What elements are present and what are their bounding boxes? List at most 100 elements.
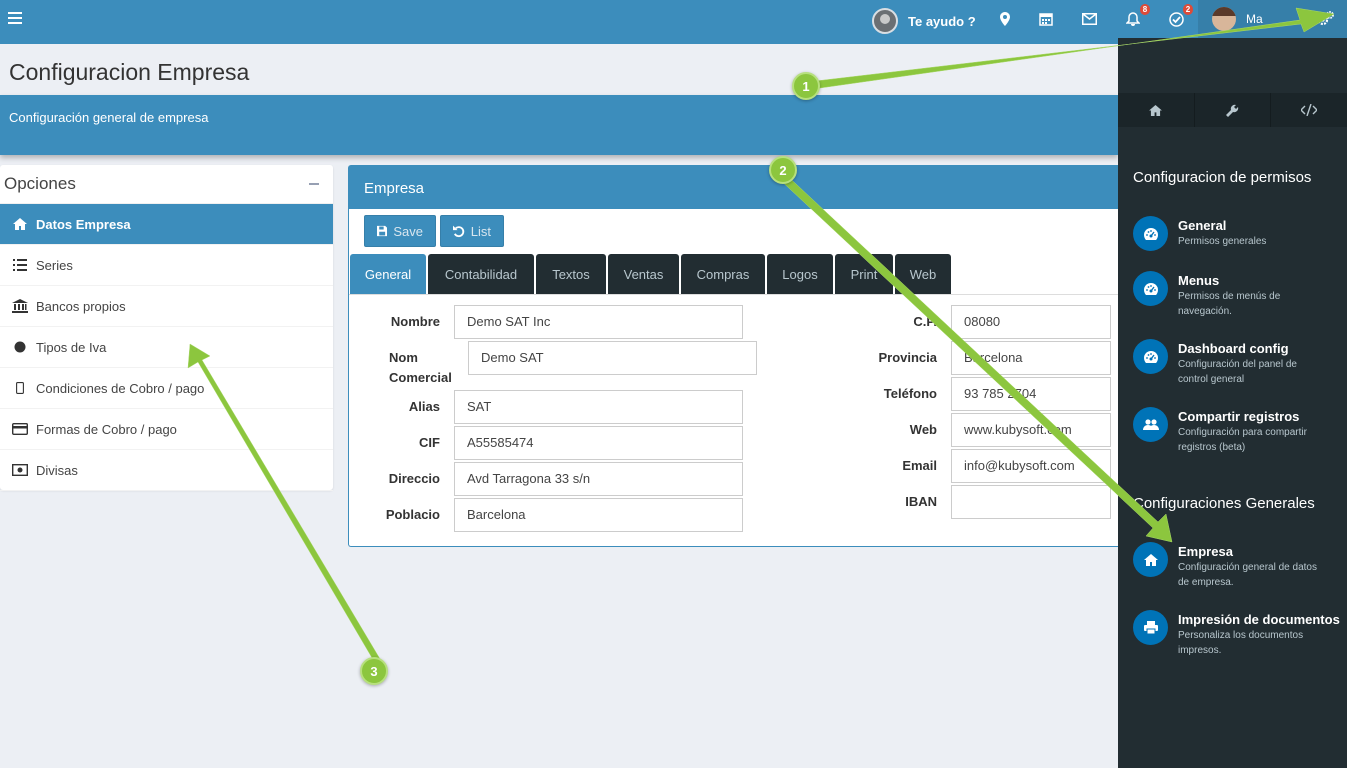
option-condiciones-cobro[interactable]: Condiciones de Cobro / pago [0, 368, 333, 409]
item-subtitle: Personaliza los documentos impresos. [1178, 630, 1304, 656]
tab-ventas[interactable]: Ventas [608, 254, 679, 295]
save-button[interactable]: Save [364, 215, 436, 247]
options-header: Opciones [0, 165, 333, 204]
field-row-cif: CIF A55585474 [349, 426, 743, 460]
tab-contabilidad[interactable]: Contabilidad [428, 254, 534, 295]
nombre-input[interactable]: Demo SAT Inc [454, 305, 743, 339]
user-menu[interactable]: Ma [1198, 0, 1304, 38]
dashboard-icon [1133, 339, 1168, 374]
option-tipos-de-iva[interactable]: Tipos de Iva [0, 327, 333, 368]
helper-link[interactable]: Te ayudo ? [872, 6, 976, 36]
permiso-menus[interactable]: Menus Permisos de menús de navegación. [1133, 271, 1347, 319]
page-subtitle: Configuración general de empresa [9, 110, 209, 125]
item-title: General [1178, 218, 1227, 233]
home-icon [1133, 542, 1168, 577]
item-title: Menus [1178, 273, 1220, 288]
field-row-alias: Alias SAT [349, 390, 743, 424]
wrench-tab-icon[interactable] [1195, 93, 1272, 127]
field-label: Web [909, 422, 937, 437]
generales-heading: Configuraciones Generales [1133, 495, 1315, 512]
item-title: Empresa [1178, 544, 1233, 559]
provincia-input[interactable]: Barcelona [951, 341, 1111, 375]
tab-compras[interactable]: Compras [681, 254, 765, 295]
mobile-icon [12, 381, 28, 395]
nom-comercial-input[interactable]: Demo SAT [468, 341, 757, 375]
option-label: Condiciones de Cobro / pago [36, 380, 205, 396]
control-sidebar-gears-icon[interactable] [1304, 0, 1347, 38]
calendar-icon[interactable] [1037, 10, 1055, 28]
web-input[interactable]: www.kubysoft.com [951, 413, 1111, 447]
form-tabs: General Contabilidad Textos Ventas Compr… [350, 254, 953, 295]
field-label: Poblacio [385, 507, 440, 522]
field-label: CIF [419, 435, 440, 450]
field-row-provincia: Provincia Barcelona [846, 341, 1111, 375]
field-label: Nom Comercial [389, 350, 452, 385]
permiso-general[interactable]: General Permisos generales [1133, 216, 1347, 251]
bell-icon[interactable]: 8 [1124, 4, 1150, 28]
cp-input[interactable]: 08080 [951, 305, 1111, 339]
envelope-icon[interactable] [1080, 10, 1098, 28]
field-label: Teléfono [883, 386, 937, 401]
print-icon [1133, 610, 1168, 645]
map-marker-icon[interactable] [996, 10, 1014, 28]
telefono-input[interactable]: 93 785 2704 [951, 377, 1111, 411]
tasks-check-icon[interactable]: 2 [1167, 4, 1193, 28]
home-tab-icon[interactable] [1118, 93, 1195, 127]
option-divisas[interactable]: Divisas [0, 450, 333, 491]
option-bancos-propios[interactable]: Bancos propios [0, 286, 333, 327]
floppy-icon [377, 225, 388, 237]
list-button[interactable]: List [440, 215, 504, 247]
field-row-direccio: Direccio Avd Tarragona 33 s/n [349, 462, 743, 496]
dashboard-icon [1133, 271, 1168, 306]
step-3-badge: 3 [360, 657, 388, 685]
bank-icon [12, 299, 28, 313]
tasks-badge: 2 [1183, 4, 1193, 15]
permiso-compartir-registros[interactable]: Compartir registros Configuración para co… [1133, 407, 1347, 455]
tab-web[interactable]: Web [895, 254, 951, 295]
option-series[interactable]: Series [0, 245, 333, 286]
item-subtitle: Permisos generales [1178, 236, 1267, 247]
empresa-box: Empresa Save List General Contabilidad T… [348, 165, 1119, 547]
permisos-heading: Configuracion de permisos [1133, 169, 1312, 186]
email-input[interactable]: info@kubysoft.com [951, 449, 1111, 483]
iban-input[interactable] [951, 485, 1111, 519]
item-subtitle: Configuración para compartir registros (… [1178, 427, 1307, 453]
field-label: Alias [408, 399, 440, 414]
helper-avatar [872, 8, 898, 34]
control-sidebar-tabs [1118, 93, 1347, 127]
field-label: Direccio [388, 471, 440, 486]
field-row-poblacio: Poblacio Barcelona [349, 498, 743, 532]
dashboard-icon [1133, 216, 1168, 251]
item-title: Compartir registros [1178, 409, 1300, 424]
page-title: Configuracion Empresa [9, 59, 250, 85]
tab-general[interactable]: General [350, 254, 426, 295]
config-impresion-documentos[interactable]: Impresión de documentos Personaliza los d… [1133, 610, 1347, 658]
save-label: Save [393, 223, 423, 239]
permiso-dashboard-config[interactable]: Dashboard config Configuración del panel … [1133, 339, 1347, 387]
code-tab-icon[interactable] [1271, 93, 1347, 127]
step-2-badge: 2 [769, 156, 797, 184]
item-subtitle: Configuración general de datos de empres… [1178, 562, 1317, 588]
alias-input[interactable]: SAT [454, 390, 743, 424]
item-subtitle: Permisos de menús de navegación. [1178, 291, 1281, 317]
cif-input[interactable]: A55585474 [454, 426, 743, 460]
option-label: Datos Empresa [36, 216, 131, 232]
home-icon [12, 217, 28, 231]
tab-print[interactable]: Print [835, 254, 893, 295]
direccio-input[interactable]: Avd Tarragona 33 s/n [454, 462, 743, 496]
options-title: Opciones [4, 174, 76, 193]
money-icon [12, 463, 28, 477]
option-formas-cobro[interactable]: Formas de Cobro / pago [0, 409, 333, 450]
menu-toggle-icon[interactable] [8, 12, 22, 24]
options-panel: Opciones Datos Empresa Series Bancos pro… [0, 165, 333, 491]
collapse-minus-icon[interactable] [309, 183, 319, 185]
tab-textos[interactable]: Textos [536, 254, 606, 295]
option-datos-empresa[interactable]: Datos Empresa [0, 204, 333, 245]
subtitle-banner: Configuración general de empresa [0, 95, 1118, 155]
undo-icon [453, 225, 465, 237]
config-empresa[interactable]: Empresa Configuración general de datos de… [1133, 542, 1347, 590]
user-name: Ma [1246, 12, 1263, 26]
option-label: Bancos propios [36, 298, 126, 314]
poblacio-input[interactable]: Barcelona [454, 498, 743, 532]
tab-logos[interactable]: Logos [767, 254, 833, 295]
